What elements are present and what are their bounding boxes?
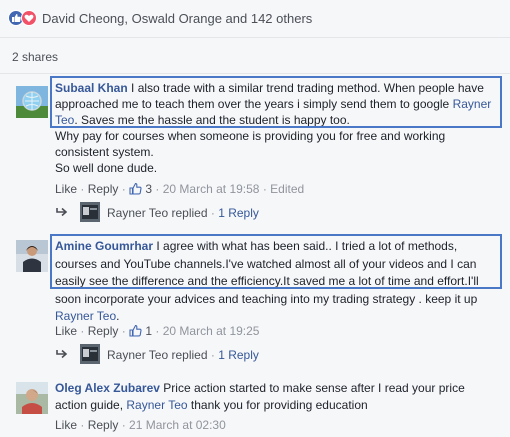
comment-author-link[interactable]: Oleg Alex Zubarev <box>55 381 160 395</box>
edited-label[interactable]: Edited <box>270 182 304 196</box>
thumbs-up-icon[interactable] <box>129 324 142 338</box>
comment-text: Why pay for courses when someone is prov… <box>55 129 446 159</box>
reply-avatar[interactable] <box>80 344 100 364</box>
reply-link[interactable]: Reply <box>88 182 119 196</box>
timestamp-link[interactable]: 21 March at 02:30 <box>129 418 226 432</box>
like-link[interactable]: Like <box>55 182 77 196</box>
reply-arrow-icon <box>56 349 68 359</box>
love-reaction-icon <box>21 10 37 26</box>
comment-text: thank you for providing education <box>187 397 368 412</box>
view-replies-link[interactable]: Rayner Teo replied · 1 Reply <box>107 348 259 362</box>
avatar[interactable] <box>16 240 48 272</box>
reply-arrow-icon <box>56 207 68 217</box>
comment-body: Subaal Khan I also trade with a similar … <box>55 80 500 176</box>
reply-link[interactable]: Reply <box>88 324 119 338</box>
reactions-names-link[interactable]: David Cheong, Oswald Orange and 142 othe… <box>42 11 312 26</box>
like-link[interactable]: Like <box>55 324 77 338</box>
comment-text: So well done dude. <box>55 161 158 175</box>
timestamp-link[interactable]: 20 March at 19:58 <box>163 182 260 196</box>
comment-actions: Like · Reply · 3 · 20 March at 19:58 · E… <box>55 182 305 196</box>
comment-body: Oleg Alex Zubarev Price action started t… <box>55 380 500 413</box>
reply-link[interactable]: Reply <box>88 418 119 432</box>
comment-author-link[interactable]: Amine Goumrhar <box>55 239 153 253</box>
reply-avatar[interactable] <box>80 202 100 222</box>
avatar[interactable] <box>16 382 48 414</box>
avatar[interactable] <box>16 86 48 118</box>
comment-text: . Saves me the hassle and the student is… <box>74 113 350 127</box>
comment-text: . <box>116 309 120 323</box>
comment-actions: Like · Reply · 1 · 20 March at 19:25 <box>55 324 260 338</box>
view-replies-link[interactable]: Rayner Teo replied · 1 Reply <box>107 206 259 220</box>
comment-author-link[interactable]: Subaal Khan <box>55 81 128 95</box>
shares-count-link[interactable]: 2 shares <box>12 50 58 64</box>
mention-link[interactable]: Rayner Teo <box>55 309 116 323</box>
mention-link[interactable]: Rayner Teo <box>126 398 187 412</box>
comment-actions: Like · Reply · 21 March at 02:30 <box>55 418 226 432</box>
reactions-bar: David Cheong, Oswald Orange and 142 othe… <box>0 0 510 38</box>
thumbs-up-icon[interactable] <box>129 182 142 196</box>
comment-body: Amine Goumrhar I agree with what has bee… <box>55 238 500 326</box>
timestamp-link[interactable]: 20 March at 19:25 <box>163 324 260 338</box>
divider <box>0 73 510 74</box>
like-link[interactable]: Like <box>55 418 77 432</box>
